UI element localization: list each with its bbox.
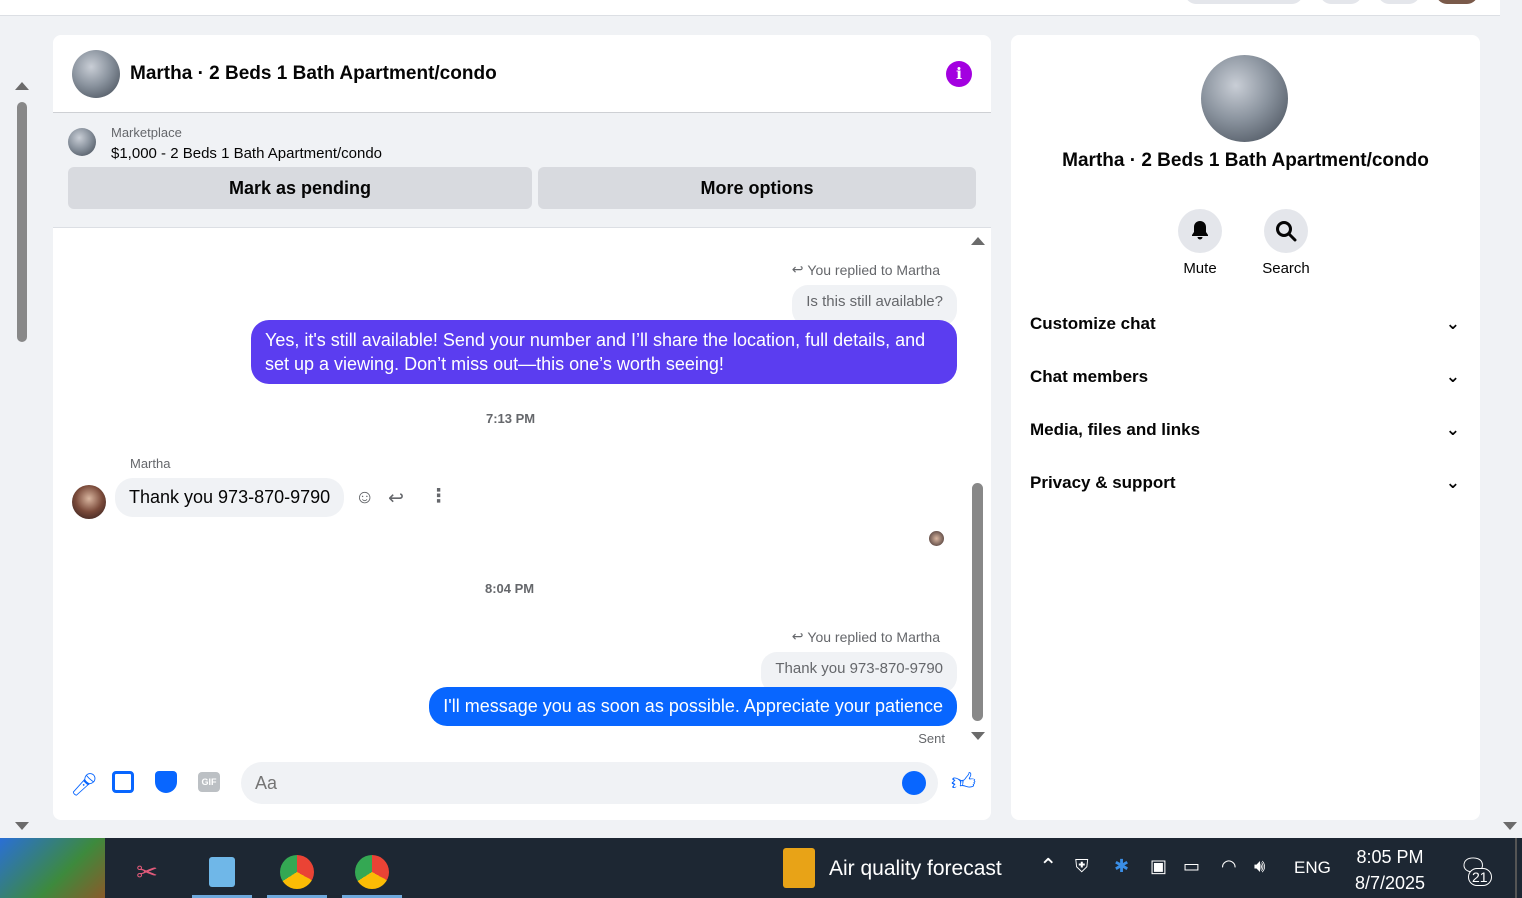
message-input-box[interactable]	[241, 762, 938, 804]
weather-icon[interactable]	[783, 848, 815, 888]
snipping-tool-icon[interactable]: ✂	[117, 846, 177, 898]
emoji-icon[interactable]	[902, 771, 926, 795]
replied-indicator: ↩ You replied to Martha	[792, 261, 940, 278]
weather-text[interactable]: Air quality forecast	[829, 857, 1002, 881]
sender-avatar[interactable]	[72, 485, 106, 519]
listing-title[interactable]: $1,000 - 2 Beds 1 Bath Apartment/condo	[111, 145, 382, 162]
top-icon-button[interactable]	[1320, 0, 1362, 4]
chevron-up-icon[interactable]: ⌃	[1039, 854, 1057, 880]
scroll-thumb[interactable]	[972, 483, 983, 721]
mute-label: Mute	[1183, 260, 1217, 277]
message-list: ↩ You replied to Martha Is this still av…	[53, 228, 991, 748]
page-scrollbar[interactable]	[14, 80, 30, 830]
marketplace-label: Marketplace	[111, 125, 182, 140]
reply-icon: ↩	[791, 261, 804, 277]
bell-icon[interactable]	[1178, 209, 1222, 253]
widgets-button[interactable]	[0, 838, 105, 898]
chevron-down-icon: ⌄	[1445, 314, 1460, 333]
chrome-icon[interactable]	[267, 846, 327, 898]
search-button[interactable]: Search	[1246, 209, 1326, 277]
scroll-down-arrow-icon[interactable]	[1503, 822, 1517, 830]
chat-avatar[interactable]	[72, 49, 120, 98]
clock-date: 8/7/2025	[1354, 873, 1426, 893]
chat-panel: Martha · 2 Beds 1 Bath Apartment/condo i…	[53, 35, 991, 820]
replied-label: You replied to Martha	[807, 261, 940, 278]
scroll-down-arrow-icon[interactable]	[971, 732, 985, 740]
outgoing-message[interactable]: Yes, it's still available! Send your num…	[251, 320, 957, 384]
replied-indicator: ↩ You replied to Martha	[792, 628, 940, 645]
notepad-icon[interactable]	[192, 846, 252, 898]
scroll-up-arrow-icon[interactable]	[971, 237, 985, 245]
show-desktop-divider[interactable]	[1515, 838, 1517, 898]
taskbar: ✂ Air quality forecast ⌃ ⛨ ✱ ▣ ▭ ◠ 🔊︎ EN…	[0, 838, 1522, 898]
reply-icon[interactable]: ↩	[388, 487, 404, 510]
sent-status: Sent	[918, 731, 945, 746]
volume-icon[interactable]: 🔊︎	[1254, 856, 1265, 877]
accordion-label: Media, files and links	[1030, 420, 1201, 439]
timestamp: 7:13 PM	[486, 411, 536, 426]
mark-pending-button[interactable]: Mark as pending	[68, 167, 532, 209]
sender-name: Martha	[130, 456, 171, 471]
search-icon[interactable]	[1264, 209, 1308, 253]
top-icon-button[interactable]	[1378, 0, 1420, 4]
scroll-thumb[interactable]	[17, 102, 27, 342]
composer: 🎤︎ GIF 👍︎	[53, 760, 991, 810]
thumbs-up-icon[interactable]: 👍︎	[951, 769, 976, 797]
gif-icon[interactable]: GIF	[198, 772, 220, 792]
chat-title[interactable]: Martha · 2 Beds 1 Bath Apartment/condo	[130, 63, 946, 85]
microphone-icon[interactable]: 🎤︎	[70, 772, 98, 798]
bluetooth-icon[interactable]: ✱	[1114, 856, 1129, 877]
wifi-icon[interactable]: ◠	[1221, 856, 1237, 877]
more-icon[interactable]: ⋮	[429, 485, 448, 508]
chevron-down-icon: ⌄	[1445, 367, 1460, 386]
security-icon[interactable]: ⛨	[1075, 856, 1089, 877]
accordion-label: Privacy & support	[1030, 473, 1176, 492]
meet-icon[interactable]: ▣	[1150, 856, 1167, 877]
notifications-icon[interactable]: 🗨︎ 21	[1459, 854, 1492, 886]
chrome-profile-icon[interactable]	[342, 846, 402, 898]
details-avatar[interactable]	[1201, 55, 1288, 142]
marketplace-banner: Marketplace $1,000 - 2 Beds 1 Bath Apart…	[53, 113, 991, 228]
mute-button[interactable]: Mute	[1160, 209, 1240, 277]
listing-thumbnail[interactable]	[68, 128, 96, 156]
scroll-down-arrow-icon[interactable]	[15, 822, 29, 830]
photo-icon[interactable]	[112, 771, 134, 793]
clock-time: 8:05 PM	[1356, 847, 1424, 867]
notification-count: 21	[1468, 868, 1492, 886]
chevron-down-icon: ⌄	[1445, 473, 1460, 492]
timestamp: 8:04 PM	[485, 581, 535, 596]
incoming-message[interactable]: Thank you 973-870-9790	[115, 478, 345, 517]
accordion-media-files-links[interactable]: Media, files and links ⌄	[1030, 420, 1460, 440]
replied-label: You replied to Martha	[807, 628, 940, 645]
info-icon[interactable]: i	[946, 60, 972, 87]
react-icon[interactable]: ☺	[355, 487, 374, 509]
accordion-customize-chat[interactable]: Customize chat ⌄	[1030, 314, 1460, 334]
message-input[interactable]	[255, 772, 855, 794]
accordion-chat-members[interactable]: Chat members ⌄	[1030, 367, 1460, 387]
read-receipt-avatar	[929, 531, 944, 546]
chat-header: Martha · 2 Beds 1 Bath Apartment/condo i	[53, 35, 991, 113]
battery-icon[interactable]: ▭	[1183, 856, 1200, 877]
clock[interactable]: 8:05 PM 8/7/2025	[1340, 844, 1440, 896]
top-bar	[0, 0, 1500, 16]
language-indicator[interactable]: ENG	[1294, 858, 1331, 878]
accordion-label: Chat members	[1030, 367, 1149, 386]
sticker-icon[interactable]	[155, 771, 177, 793]
details-title: Martha · 2 Beds 1 Bath Apartment/condo	[1062, 150, 1429, 171]
profile-avatar[interactable]	[1436, 0, 1478, 4]
chevron-down-icon: ⌄	[1445, 420, 1460, 439]
accordion-privacy-support[interactable]: Privacy & support ⌄	[1030, 473, 1460, 493]
details-panel: Martha · 2 Beds 1 Bath Apartment/condo M…	[1011, 35, 1480, 820]
outgoing-message[interactable]: I'll message you as soon as possible. Ap…	[429, 687, 957, 726]
accordion-label: Customize chat	[1030, 314, 1156, 333]
message-scrollbar[interactable]	[971, 228, 985, 748]
top-pill[interactable]	[1185, 0, 1303, 4]
scroll-up-arrow-icon[interactable]	[15, 82, 29, 90]
more-options-button[interactable]: More options	[537, 167, 976, 209]
search-label: Search	[1262, 260, 1310, 277]
reply-icon: ↩	[791, 628, 804, 644]
